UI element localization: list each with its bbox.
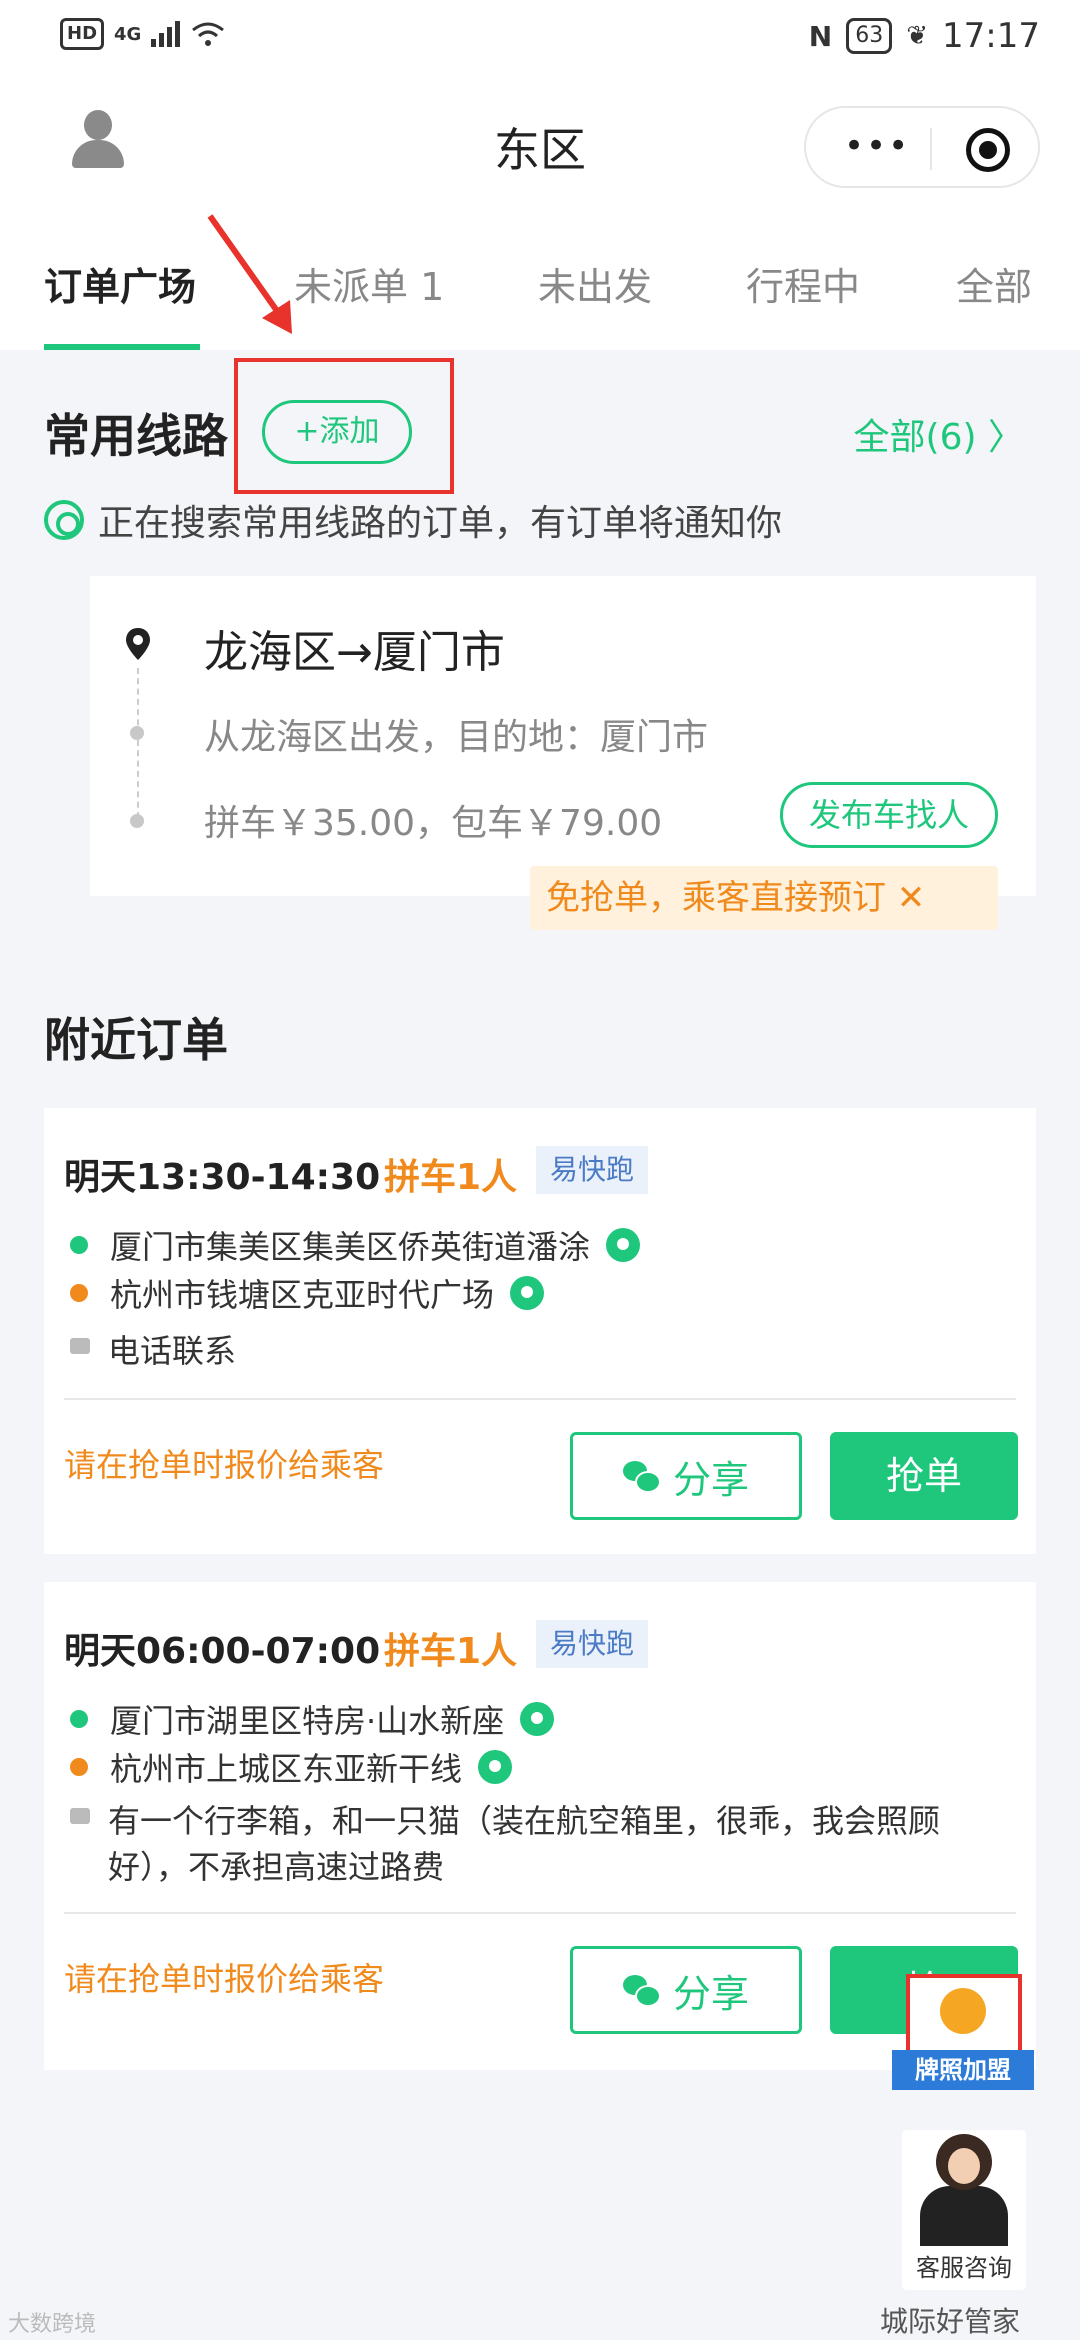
annotation-arrow [207, 214, 292, 334]
medal-icon [940, 1988, 986, 2034]
order-destination: 杭州市钱塘区克亚时代广场 [70, 1270, 545, 1316]
nearby-section-title: 附近订单 [44, 1013, 228, 1067]
wifi-icon [192, 22, 225, 46]
share-button[interactable]: 分享 [570, 1432, 802, 1520]
promo-tip[interactable]: 免抢单，乘客直接预订 ✕ [530, 866, 998, 930]
message-icon [70, 1808, 90, 1824]
message-icon [70, 1338, 90, 1354]
search-notice: 正在搜索常用线路的订单，有订单将通知你 [44, 494, 782, 546]
tab-all[interactable]: 全部 [956, 256, 1032, 311]
order-note: 电话联系 [70, 1328, 988, 1374]
nfc-icon: N [808, 19, 833, 53]
wechat-icon [622, 1461, 661, 1493]
publish-ride-button[interactable]: 发布车找人 [780, 782, 998, 848]
order-note: 有一个行李箱，和一只猫（装在航空箱里，很乖，我会照顾好），不承担高速过路费 [70, 1798, 988, 1890]
order-time: 明天06:00-07:00 [64, 1631, 381, 1672]
order-destination: 杭州市上城区东亚新干线 [70, 1744, 513, 1790]
route-title: 龙海区→厦门市 [204, 627, 505, 678]
status-right: N 63 ❦ 17:17 [809, 16, 1040, 56]
mini-program-capsule: ••• [804, 106, 1040, 188]
origin-text: 厦门市集美区集美区侨英街道潘涂 [110, 1228, 591, 1266]
route-line [137, 668, 139, 818]
order-origin: 厦门市湖里区特房·山水新座 [70, 1696, 555, 1742]
quote-hint: 请在抢单时报价给乘客 [64, 1446, 385, 1484]
destination-dot [70, 1758, 88, 1776]
order-origin: 厦门市集美区集美区侨英街道潘涂 [70, 1222, 641, 1268]
network-label: 4G [114, 23, 142, 45]
tab-order-plaza[interactable]: 订单广场 [44, 256, 196, 311]
tab-unassigned[interactable]: 未派单 1 [294, 256, 444, 311]
map-pin-icon[interactable] [606, 1228, 641, 1262]
radar-icon [44, 500, 84, 540]
route-card[interactable]: 龙海区→厦门市 从龙海区出发，目的地：厦门市 拼车￥35.00，包车￥79.00… [90, 576, 1036, 896]
order-card[interactable]: 明天13:30-14:30 拼车1人 易快跑 厦门市集美区集美区侨英街道潘涂 杭… [44, 1108, 1036, 1554]
quote-hint: 请在抢单时报价给乘客 [64, 1960, 385, 1998]
tab-in-progress[interactable]: 行程中 [746, 256, 860, 311]
license-join-label: 牌照加盟 [892, 2050, 1034, 2090]
order-tabs: 订单广场 未派单 1 未出发 行程中 全部 [0, 210, 1080, 350]
order-note-text: 有一个行李箱，和一只猫（装在航空箱里，很乖，我会照顾好），不承担高速过路费 [108, 1802, 941, 1886]
order-source-tag: 易快跑 [536, 1146, 649, 1194]
map-pin-icon[interactable] [510, 1276, 545, 1310]
customer-service-label: 客服咨询 [916, 2254, 1012, 2282]
status-left: HD 4G [60, 18, 225, 50]
destination-text: 杭州市上城区东亚新干线 [110, 1750, 463, 1788]
origin-text: 厦门市湖里区特房·山水新座 [110, 1702, 505, 1740]
watermark-right: 城际好管家 [880, 2305, 1021, 2338]
card-divider [64, 1912, 1016, 1914]
watermark-left: 大数跨境 [8, 2312, 97, 2337]
map-pin-icon[interactable] [478, 1750, 513, 1784]
app-header: 东区 ••• [0, 80, 1080, 210]
leaf-icon: ❦ [906, 21, 929, 51]
status-bar: HD 4G N 63 ❦ 17:17 [0, 0, 1080, 80]
annotation-highlight-box [234, 358, 454, 494]
agent-avatar-body [920, 2186, 1008, 2246]
routes-section-title: 常用线路 [44, 409, 228, 463]
active-tab-indicator [44, 344, 200, 350]
route-waypoint-dot [130, 726, 144, 740]
grab-order-button[interactable]: 抢单 [830, 1432, 1018, 1520]
map-pin-icon[interactable] [520, 1702, 555, 1736]
close-program-icon[interactable] [966, 128, 1010, 172]
order-note-text: 电话联系 [108, 1332, 237, 1370]
location-pin-icon [126, 628, 150, 660]
share-label: 分享 [672, 1457, 749, 1502]
license-join-badge[interactable]: 牌照加盟 [892, 1974, 1034, 2094]
origin-dot [70, 1236, 88, 1254]
customer-service-button[interactable]: 客服咨询 [902, 2130, 1026, 2290]
route-price: 拼车￥35.00，包车￥79.00 [204, 803, 663, 844]
share-button[interactable]: 分享 [570, 1946, 802, 2034]
order-time: 明天13:30-14:30 [64, 1157, 381, 1198]
order-source-tag: 易快跑 [536, 1620, 649, 1668]
share-label: 分享 [672, 1971, 749, 2016]
order-type: 拼车1人 [384, 1631, 518, 1672]
route-waypoint-dot [130, 814, 144, 828]
signal-icon [151, 21, 181, 47]
capsule-divider [930, 128, 932, 170]
destination-text: 杭州市钱塘区克亚时代广场 [110, 1276, 495, 1314]
search-notice-text: 正在搜索常用线路的订单，有订单将通知你 [98, 503, 783, 544]
route-subtitle: 从龙海区出发，目的地：厦门市 [204, 717, 709, 758]
all-routes-link[interactable]: 全部(6) 〉 [854, 408, 1024, 460]
card-divider [64, 1398, 1016, 1400]
tab-not-departed[interactable]: 未出发 [538, 256, 652, 311]
battery-indicator: 63 [846, 18, 893, 54]
order-type: 拼车1人 [384, 1157, 518, 1198]
agent-avatar-icon [936, 2134, 992, 2190]
order-card[interactable]: 明天06:00-07:00 拼车1人 易快跑 厦门市湖里区特房·山水新座 杭州市… [44, 1582, 1036, 2070]
origin-dot [70, 1710, 88, 1728]
hd-indicator: HD [60, 18, 105, 50]
clock: 17:17 [942, 16, 1040, 56]
destination-dot [70, 1284, 88, 1302]
wechat-icon [622, 1975, 661, 2007]
more-icon[interactable]: ••• [844, 129, 910, 163]
